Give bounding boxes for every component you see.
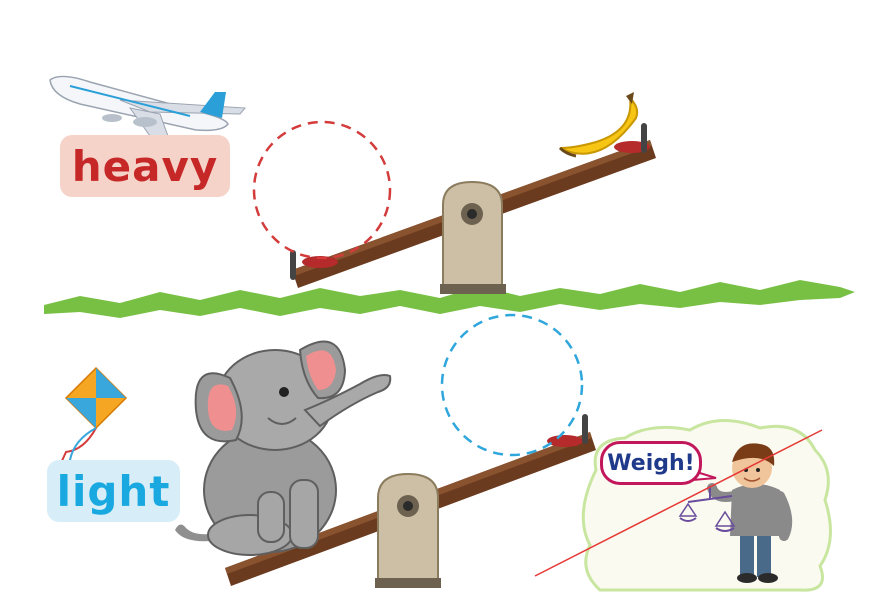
label-heavy-text: heavy xyxy=(71,141,219,191)
weigh-speech-bubble: Weigh! xyxy=(600,441,702,485)
airplane-icon xyxy=(49,75,247,137)
label-heavy: heavy xyxy=(60,135,230,197)
label-light-text: light xyxy=(56,466,171,516)
label-light: light xyxy=(47,460,180,522)
answer-circle-top[interactable] xyxy=(252,120,392,260)
answer-circle-bottom[interactable] xyxy=(440,313,584,457)
weigh-text: Weigh! xyxy=(607,450,695,476)
